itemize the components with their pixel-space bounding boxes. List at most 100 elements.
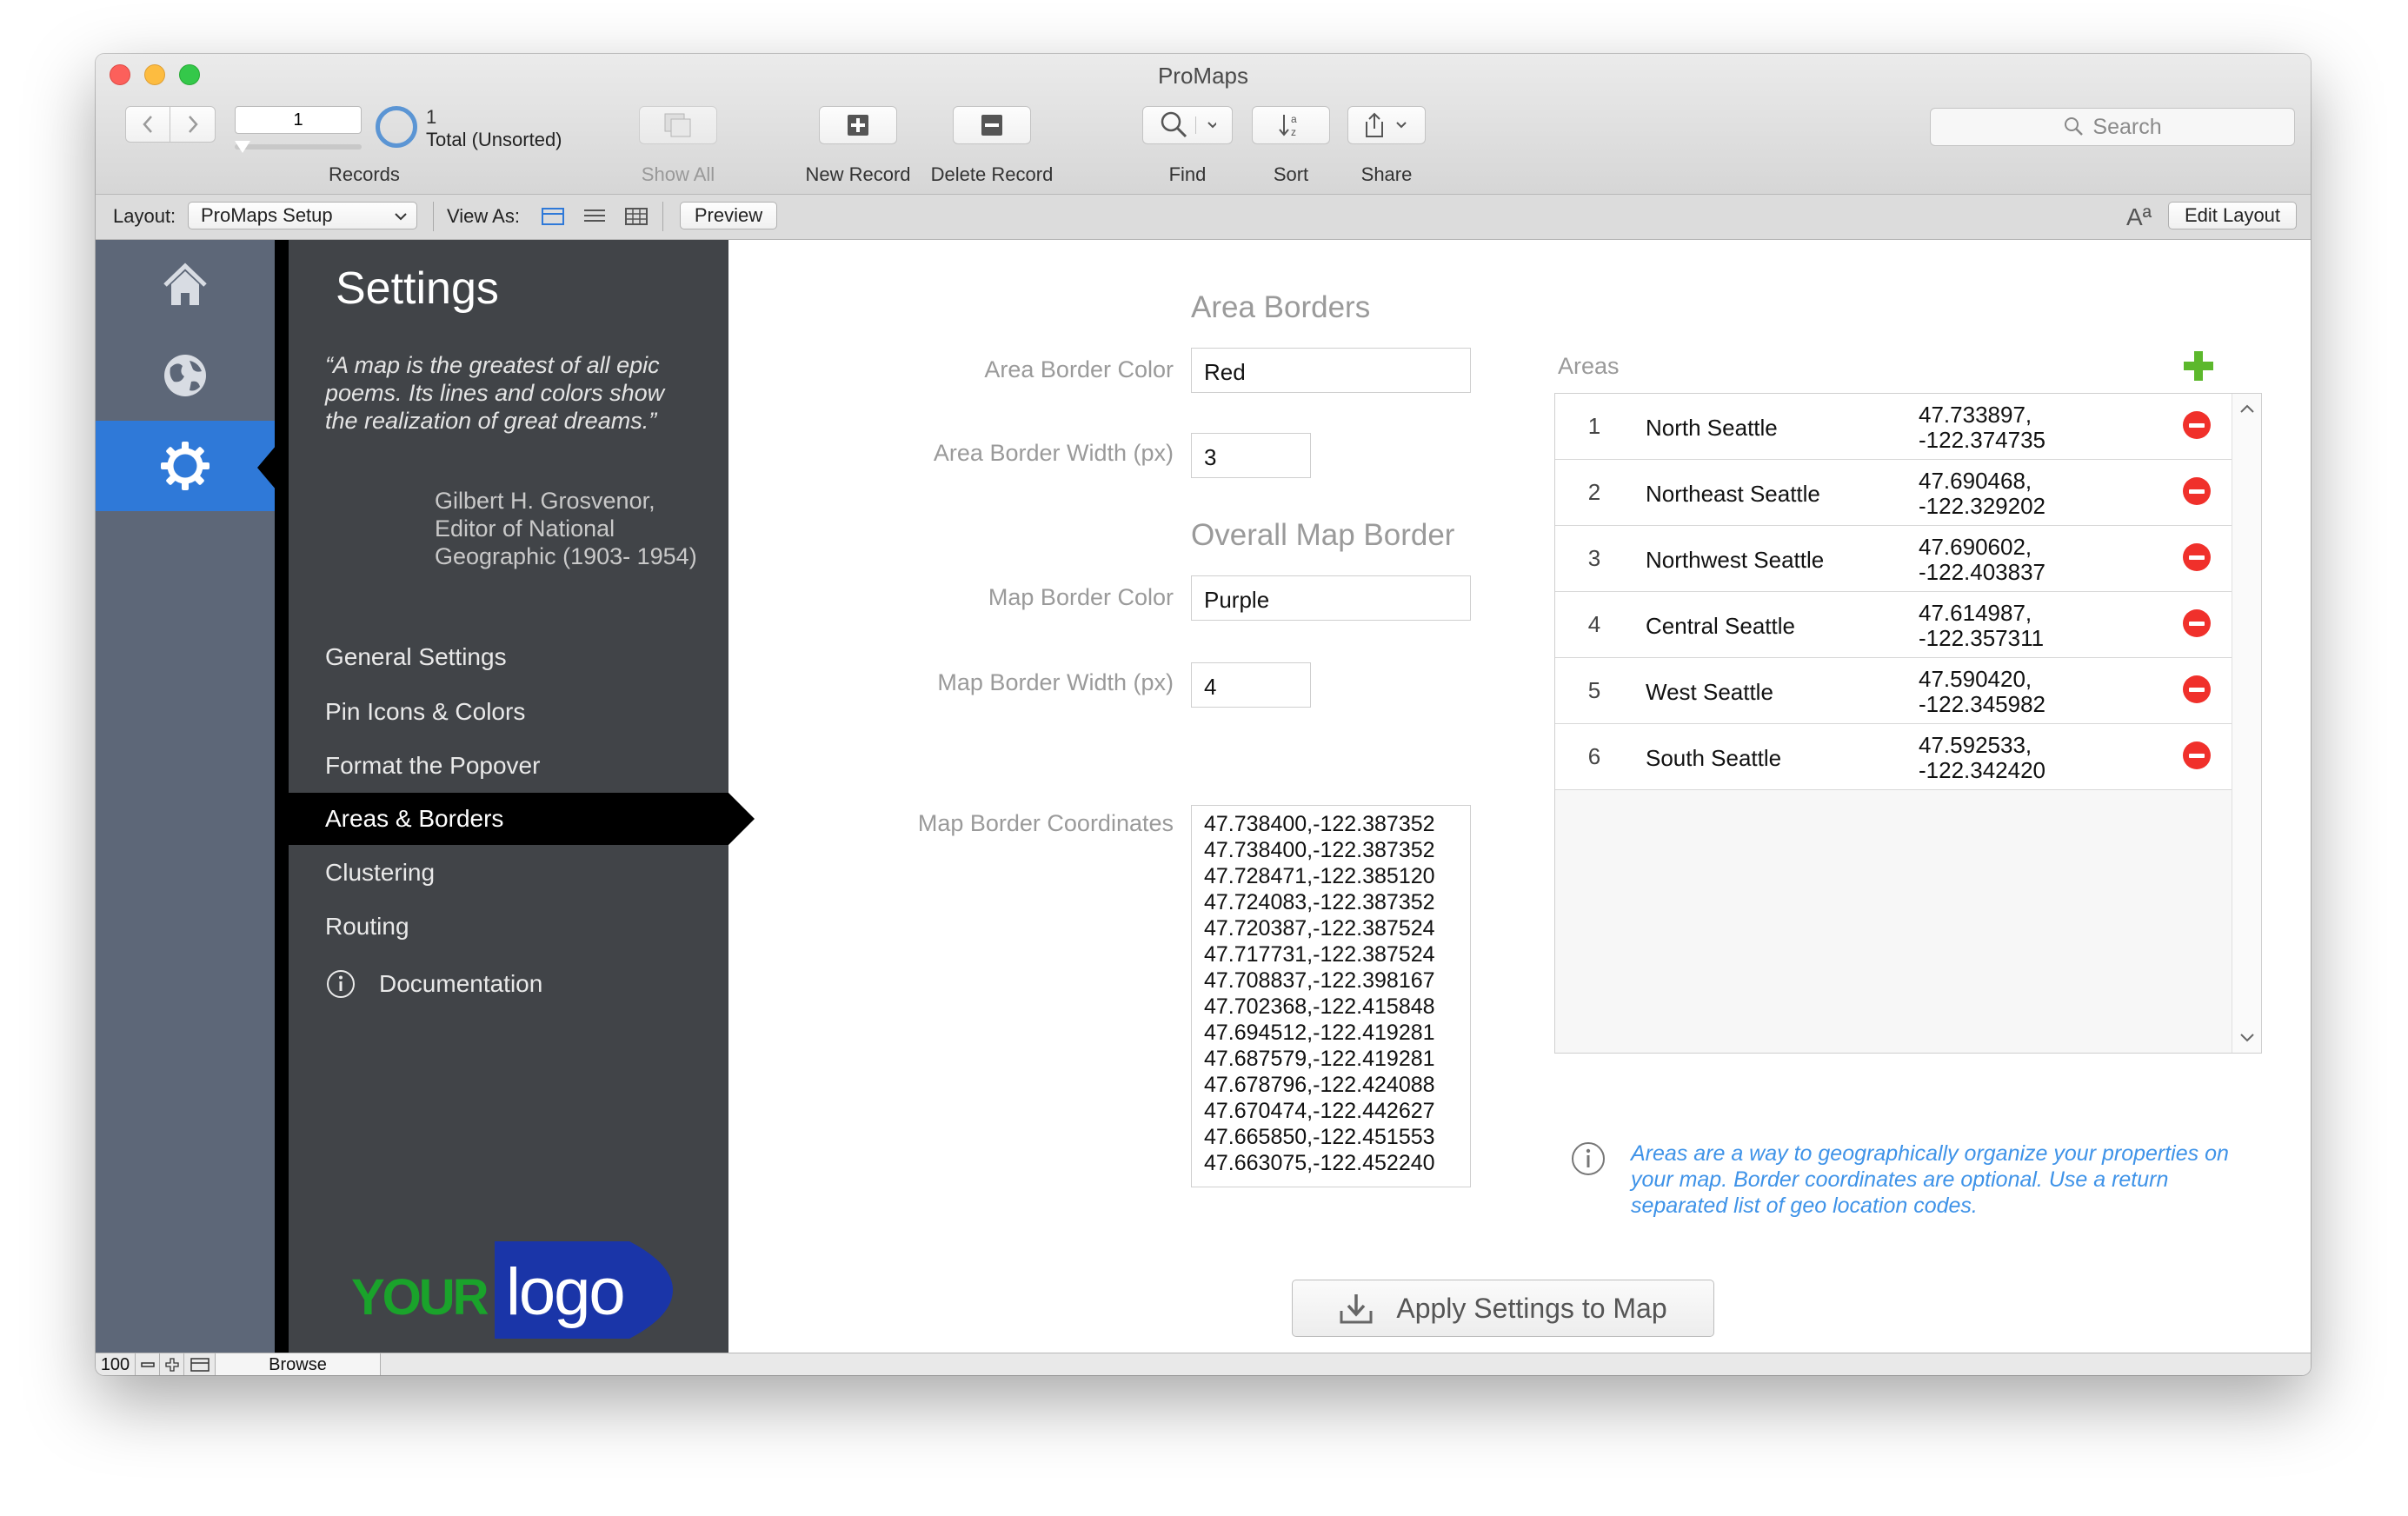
plus-icon [164, 1358, 179, 1372]
search-field[interactable]: Search [1930, 108, 2295, 146]
apply-settings-label: Apply Settings to Map [1396, 1292, 1667, 1324]
area-lng: -122.329202 [1919, 493, 2046, 519]
sort-button[interactable]: az [1252, 106, 1330, 144]
plus-square-icon [848, 115, 868, 136]
minus-icon [2189, 753, 2205, 758]
menu-pin-icons-colors[interactable]: Pin Icons & Colors [289, 686, 728, 738]
share-label: Share [1360, 163, 1413, 185]
area-border-color-input[interactable]: Red [1191, 348, 1471, 393]
area-name: South Seattle [1646, 745, 1782, 771]
nav-settings[interactable] [96, 421, 275, 511]
menu-format-popover[interactable]: Format the Popover [289, 740, 728, 792]
area-lat: 47.690468, [1919, 468, 2032, 494]
mode-indicator[interactable]: Browse [216, 1353, 381, 1375]
chevron-up-icon[interactable] [2238, 402, 2256, 415]
download-icon [1340, 1294, 1373, 1324]
find-label: Find [1168, 163, 1207, 185]
zoom-in-button[interactable] [160, 1353, 184, 1375]
menu-areas-borders-label: Areas & Borders [325, 805, 504, 832]
text-format-icon[interactable]: Aª [2126, 203, 2152, 231]
nav-globe[interactable] [96, 330, 275, 421]
menu-general-settings[interactable]: General Settings [289, 631, 728, 683]
area-lng: -122.403837 [1919, 559, 2046, 585]
delete-area-button[interactable] [2183, 477, 2211, 505]
zoom-out-button[interactable] [136, 1353, 160, 1375]
area-number: 2 [1587, 479, 1601, 505]
toolbar: ProMaps 1 Records 1 Total (Unsorted) Sho… [96, 54, 2311, 195]
area-border-width-input[interactable]: 3 [1191, 433, 1311, 478]
delete-area-button[interactable] [2183, 741, 2211, 769]
table-row[interactable]: 6 South Seattle 47.592533, -122.342420 [1555, 724, 2232, 790]
area-coordinates: 47.614987, -122.357311 [1919, 601, 2044, 651]
slider-thumb[interactable] [235, 141, 250, 153]
found-set-pie-icon [376, 106, 417, 148]
table-row[interactable]: 5 West Seattle 47.590420, -122.345982 [1555, 658, 2232, 724]
window-title: ProMaps [1157, 63, 1249, 89]
settings-title: Settings [336, 263, 499, 314]
view-as-label: View As: [447, 205, 520, 227]
nav-home[interactable] [96, 240, 275, 330]
delete-record-button[interactable] [953, 106, 1031, 144]
area-coordinates: 47.733897, -122.374735 [1919, 402, 2045, 453]
table-row[interactable]: 2 Northeast Seattle 47.690468, -122.32920… [1555, 460, 2232, 526]
new-record-button[interactable] [819, 106, 897, 144]
status-bar: 100 Browse [96, 1353, 2311, 1375]
table-row[interactable]: 3 Northwest Seattle 47.690602, -122.40383… [1555, 526, 2232, 592]
edit-layout-button[interactable]: Edit Layout [2168, 202, 2297, 229]
menu-documentation[interactable]: Documentation [289, 958, 728, 1010]
menu-routing[interactable]: Routing [289, 901, 728, 953]
minus-icon [2189, 555, 2205, 560]
svg-text:a: a [1291, 113, 1297, 125]
area-number: 5 [1587, 677, 1601, 703]
map-border-color-input[interactable]: Purple [1191, 575, 1471, 621]
minus-square-icon [981, 115, 1002, 136]
areas-scrollbar[interactable] [2232, 394, 2261, 1053]
map-border-coordinates-textarea[interactable]: 47.738400,-122.387352 47.738400,-122.387… [1191, 805, 1471, 1187]
overall-map-border-heading: Overall Map Border [1191, 518, 1455, 552]
menu-clustering[interactable]: Clustering [289, 847, 728, 899]
chevron-down-icon[interactable] [2238, 1032, 2256, 1044]
previous-record-button[interactable] [126, 107, 171, 142]
next-record-button[interactable] [170, 107, 215, 142]
menu-areas-borders[interactable]: Areas & Borders [289, 793, 755, 845]
apply-settings-button[interactable]: Apply Settings to Map [1292, 1280, 1714, 1337]
map-border-width-input[interactable]: 4 [1191, 662, 1311, 708]
area-number: 6 [1587, 743, 1601, 769]
show-all-button[interactable] [639, 106, 717, 144]
toggle-toolbar-button[interactable] [184, 1353, 216, 1375]
table-row[interactable]: 1 North Seattle 47.733897, -122.374735 [1555, 394, 2232, 460]
zoom-level[interactable]: 100 [96, 1353, 136, 1375]
record-number-field[interactable]: 1 [235, 106, 362, 134]
info-icon [327, 970, 355, 998]
layout-select[interactable]: ProMaps Setup [188, 202, 417, 229]
delete-area-button[interactable] [2183, 411, 2211, 439]
active-menu-arrow [728, 793, 755, 845]
area-number: 3 [1587, 545, 1601, 571]
form-view-icon[interactable] [541, 207, 565, 228]
delete-area-button[interactable] [2183, 543, 2211, 571]
coord-line: 47.720387,-122.387524 [1204, 916, 1435, 941]
coord-line: 47.678796,-122.424088 [1204, 1073, 1435, 1097]
map-border-color-label: Map Border Color [988, 584, 1174, 610]
coord-line: 47.728471,-122.385120 [1204, 864, 1435, 888]
list-view-icon[interactable] [582, 207, 607, 228]
table-row[interactable]: 4 Central Seattle 47.614987, -122.357311 [1555, 592, 2232, 658]
share-button[interactable] [1347, 106, 1426, 144]
info-icon [1572, 1142, 1605, 1175]
area-coordinates: 47.592533, -122.342420 [1919, 733, 2045, 783]
active-indicator [257, 445, 276, 490]
find-button[interactable] [1142, 106, 1233, 144]
delete-area-button[interactable] [2183, 675, 2211, 703]
main-content: Settings “A map is the greatest of all e… [96, 240, 2311, 1353]
record-slider[interactable] [235, 141, 362, 153]
table-view-icon[interactable] [624, 207, 649, 228]
add-area-plus-icon[interactable] [2182, 349, 2215, 382]
preview-button[interactable]: Preview [680, 202, 777, 229]
logo-your-text: YOUR [351, 1269, 489, 1326]
area-name: North Seattle [1646, 415, 1778, 441]
layout-select-value: ProMaps Setup [201, 204, 333, 226]
magnifier-icon [1161, 111, 1187, 138]
delete-area-button[interactable] [2183, 609, 2211, 637]
area-border-color-label: Area Border Color [984, 356, 1174, 382]
coord-line: 47.670474,-122.442627 [1204, 1099, 1435, 1123]
